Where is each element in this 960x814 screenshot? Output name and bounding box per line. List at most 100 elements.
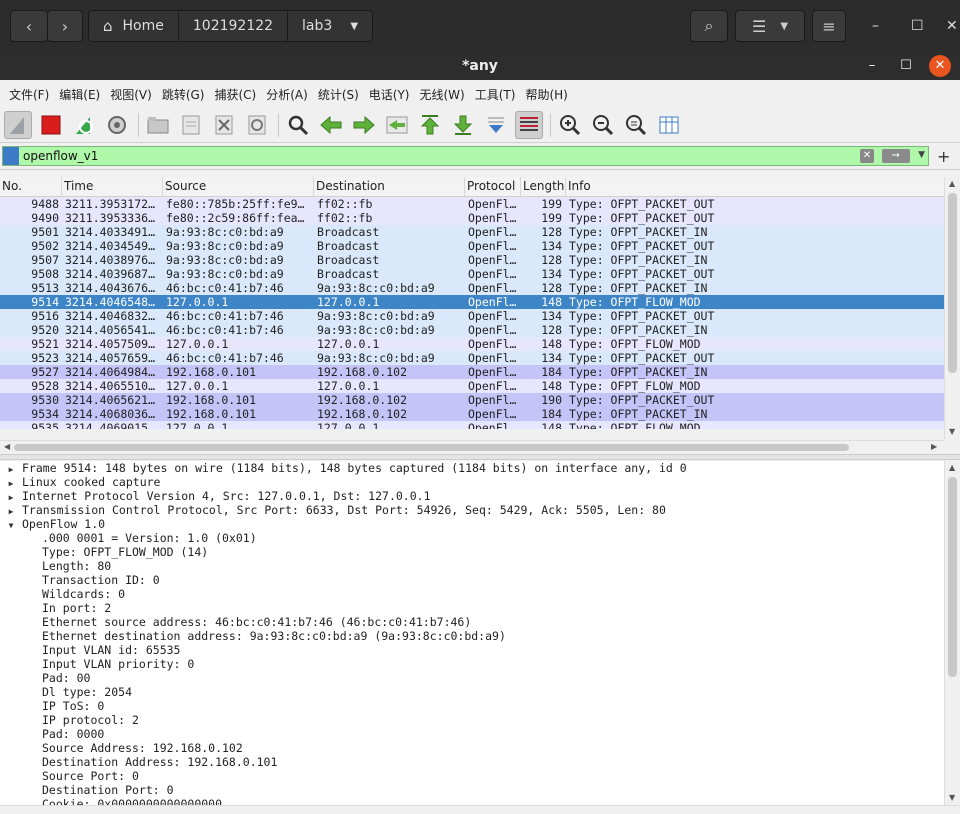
- scroll-thumb[interactable]: [14, 444, 849, 451]
- detail-field[interactable]: Input VLAN id: 65535: [0, 643, 944, 657]
- detail-field[interactable]: .000 0001 = Version: 1.0 (0x01): [0, 531, 944, 545]
- scroll-thumb[interactable]: [948, 477, 957, 677]
- column-header-time[interactable]: Time: [62, 177, 163, 196]
- detail-field[interactable]: IP protocol: 2: [0, 713, 944, 727]
- capture-options-button[interactable]: [103, 111, 131, 139]
- go-forward-button[interactable]: [350, 111, 378, 139]
- search-button[interactable]: ⌕: [690, 10, 728, 42]
- detail-field[interactable]: Destination Port: 0: [0, 783, 944, 797]
- table-row[interactable]: 9488 3211.3953172… fe80::785b:25ff:fe9… ff0…: [0, 197, 944, 211]
- stop-capture-button[interactable]: [37, 111, 65, 139]
- table-row[interactable]: 9507 3214.4038976… 9a:93:8c:c0:bd:a9 Broadc…: [0, 253, 944, 267]
- chevron-down-icon[interactable]: ▼: [918, 150, 925, 160]
- breadcrumb-folder[interactable]: 102192122: [178, 11, 289, 41]
- detail-field[interactable]: Length: 80: [0, 559, 944, 573]
- maximize-button[interactable]: ☐: [895, 55, 917, 77]
- scroll-up-icon[interactable]: ▲: [949, 463, 955, 472]
- start-capture-button[interactable]: [4, 111, 32, 139]
- table-row[interactable]: 9514 3214.4046548… 127.0.0.1 127.0.0.1 OpenF…: [0, 295, 944, 309]
- pane-splitter[interactable]: [0, 454, 960, 460]
- detail-field[interactable]: Transaction ID: 0: [0, 573, 944, 587]
- menu-statistics[interactable]: 统计(S): [313, 86, 364, 103]
- table-row[interactable]: 9521 3214.4057509… 127.0.0.1 127.0.0.1 OpenF…: [0, 337, 944, 351]
- menu-tools[interactable]: 工具(T): [470, 86, 521, 103]
- table-row[interactable]: 9528 3214.4065510… 127.0.0.1 127.0.0.1 OpenF…: [0, 379, 944, 393]
- menu-telephony[interactable]: 电话(Y): [364, 86, 415, 103]
- bookmark-icon[interactable]: [3, 147, 19, 165]
- go-first-button[interactable]: [416, 111, 444, 139]
- open-file-button[interactable]: [144, 111, 172, 139]
- table-row[interactable]: 9534 3214.4068036… 192.168.0.101 192.168.0.…: [0, 407, 944, 421]
- detail-tree-item[interactable]: ▶ Frame 9514: 148 bytes on wire (1184 bit…: [0, 461, 944, 475]
- details-vscroll[interactable]: ▲ ▼: [944, 461, 960, 805]
- column-header-protocol[interactable]: Protocol: [465, 177, 521, 196]
- scroll-left-icon[interactable]: ◀: [4, 442, 10, 451]
- detail-field[interactable]: Destination Address: 192.168.0.101: [0, 755, 944, 769]
- go-back-button[interactable]: [317, 111, 345, 139]
- packet-list-hscroll[interactable]: ◀ ▶: [0, 440, 944, 454]
- detail-field[interactable]: Ethernet destination address: 9a:93:8c:c…: [0, 629, 944, 643]
- table-row[interactable]: 9490 3211.3953336… fe80::2c59:86ff:fea… ff0…: [0, 211, 944, 225]
- forward-button[interactable]: ›: [47, 10, 83, 42]
- menu-analyze[interactable]: 分析(A): [261, 86, 313, 103]
- column-header-length[interactable]: Length: [521, 177, 566, 196]
- menu-button[interactable]: ≡: [812, 10, 846, 42]
- menu-wireless[interactable]: 无线(W): [415, 86, 470, 103]
- apply-filter-icon[interactable]: ➙: [882, 149, 910, 163]
- back-button[interactable]: ‹: [10, 10, 48, 42]
- packet-list-vscroll[interactable]: ▲ ▼: [944, 177, 960, 439]
- expand-down-icon[interactable]: ▼: [0, 519, 22, 533]
- detail-field[interactable]: Wildcards: 0: [0, 587, 944, 601]
- detail-field[interactable]: IP ToS: 0: [0, 699, 944, 713]
- menu-view[interactable]: 视图(V): [105, 86, 157, 103]
- close-icon[interactable]: ✕: [946, 18, 958, 34]
- minimize-button[interactable]: –: [861, 55, 883, 77]
- scroll-thumb[interactable]: [948, 193, 957, 373]
- column-header-no[interactable]: No.: [0, 177, 62, 196]
- detail-tree-item[interactable]: ▶ Transmission Control Protocol, Src Port…: [0, 503, 944, 517]
- scroll-down-icon[interactable]: ▼: [949, 793, 955, 802]
- zoom-in-button[interactable]: [556, 111, 584, 139]
- breadcrumb-home[interactable]: ⌂ Home: [89, 11, 179, 41]
- resize-columns-button[interactable]: [655, 111, 683, 139]
- table-row[interactable]: 9502 3214.4034549… 9a:93:8c:c0:bd:a9 Broadc…: [0, 239, 944, 253]
- close-file-button[interactable]: [210, 111, 238, 139]
- detail-field[interactable]: Pad: 0000: [0, 727, 944, 741]
- close-button[interactable]: ✕: [929, 55, 951, 77]
- detail-field[interactable]: Type: OFPT_FLOW_MOD (14): [0, 545, 944, 559]
- detail-field[interactable]: In port: 2: [0, 601, 944, 615]
- menu-file[interactable]: 文件(F): [4, 86, 54, 103]
- scroll-right-icon[interactable]: ▶: [931, 442, 937, 451]
- maximize-icon[interactable]: ☐: [911, 18, 924, 34]
- menu-capture[interactable]: 捕获(C): [209, 86, 261, 103]
- column-header-destination[interactable]: Destination: [314, 177, 465, 196]
- detail-tree-item[interactable]: ▶ Internet Protocol Version 4, Src: 127.0…: [0, 489, 944, 503]
- scroll-up-icon[interactable]: ▲: [949, 179, 955, 188]
- go-last-button[interactable]: [449, 111, 477, 139]
- clear-filter-icon[interactable]: ✕: [860, 149, 874, 163]
- restart-capture-button[interactable]: [70, 111, 98, 139]
- detail-tree-item[interactable]: ▼ OpenFlow 1.0: [0, 517, 944, 531]
- detail-field[interactable]: Cookie: 0x0000000000000000: [0, 797, 944, 805]
- column-header-source[interactable]: Source: [163, 177, 314, 196]
- zoom-out-button[interactable]: [589, 111, 617, 139]
- find-packet-button[interactable]: [284, 111, 312, 139]
- table-row[interactable]: 9527 3214.4064984… 192.168.0.101 192.168.0.…: [0, 365, 944, 379]
- table-row[interactable]: 9516 3214.4046832… 46:bc:c0:41:b7:46 9a:93:…: [0, 309, 944, 323]
- add-filter-button[interactable]: +: [937, 147, 950, 166]
- scroll-down-icon[interactable]: ▼: [949, 427, 955, 436]
- table-row[interactable]: 9508 3214.4039687… 9a:93:8c:c0:bd:a9 Broadc…: [0, 267, 944, 281]
- table-row[interactable]: 9535 3214.4069015… 127.0.0.1 127.0.0.1 OpenF…: [0, 421, 944, 429]
- detail-field[interactable]: Input VLAN priority: 0: [0, 657, 944, 671]
- zoom-reset-button[interactable]: [622, 111, 650, 139]
- menu-edit[interactable]: 编辑(E): [54, 86, 105, 103]
- reload-file-button[interactable]: [243, 111, 271, 139]
- menu-help[interactable]: 帮助(H): [520, 86, 572, 103]
- column-header-info[interactable]: Info: [566, 177, 944, 196]
- go-to-packet-button[interactable]: [383, 111, 411, 139]
- table-row[interactable]: 9501 3214.4033491… 9a:93:8c:c0:bd:a9 Broadc…: [0, 225, 944, 239]
- detail-field[interactable]: Pad: 00: [0, 671, 944, 685]
- detail-field[interactable]: Dl type: 2054: [0, 685, 944, 699]
- save-file-button[interactable]: [177, 111, 205, 139]
- menu-go[interactable]: 跳转(G): [157, 86, 210, 103]
